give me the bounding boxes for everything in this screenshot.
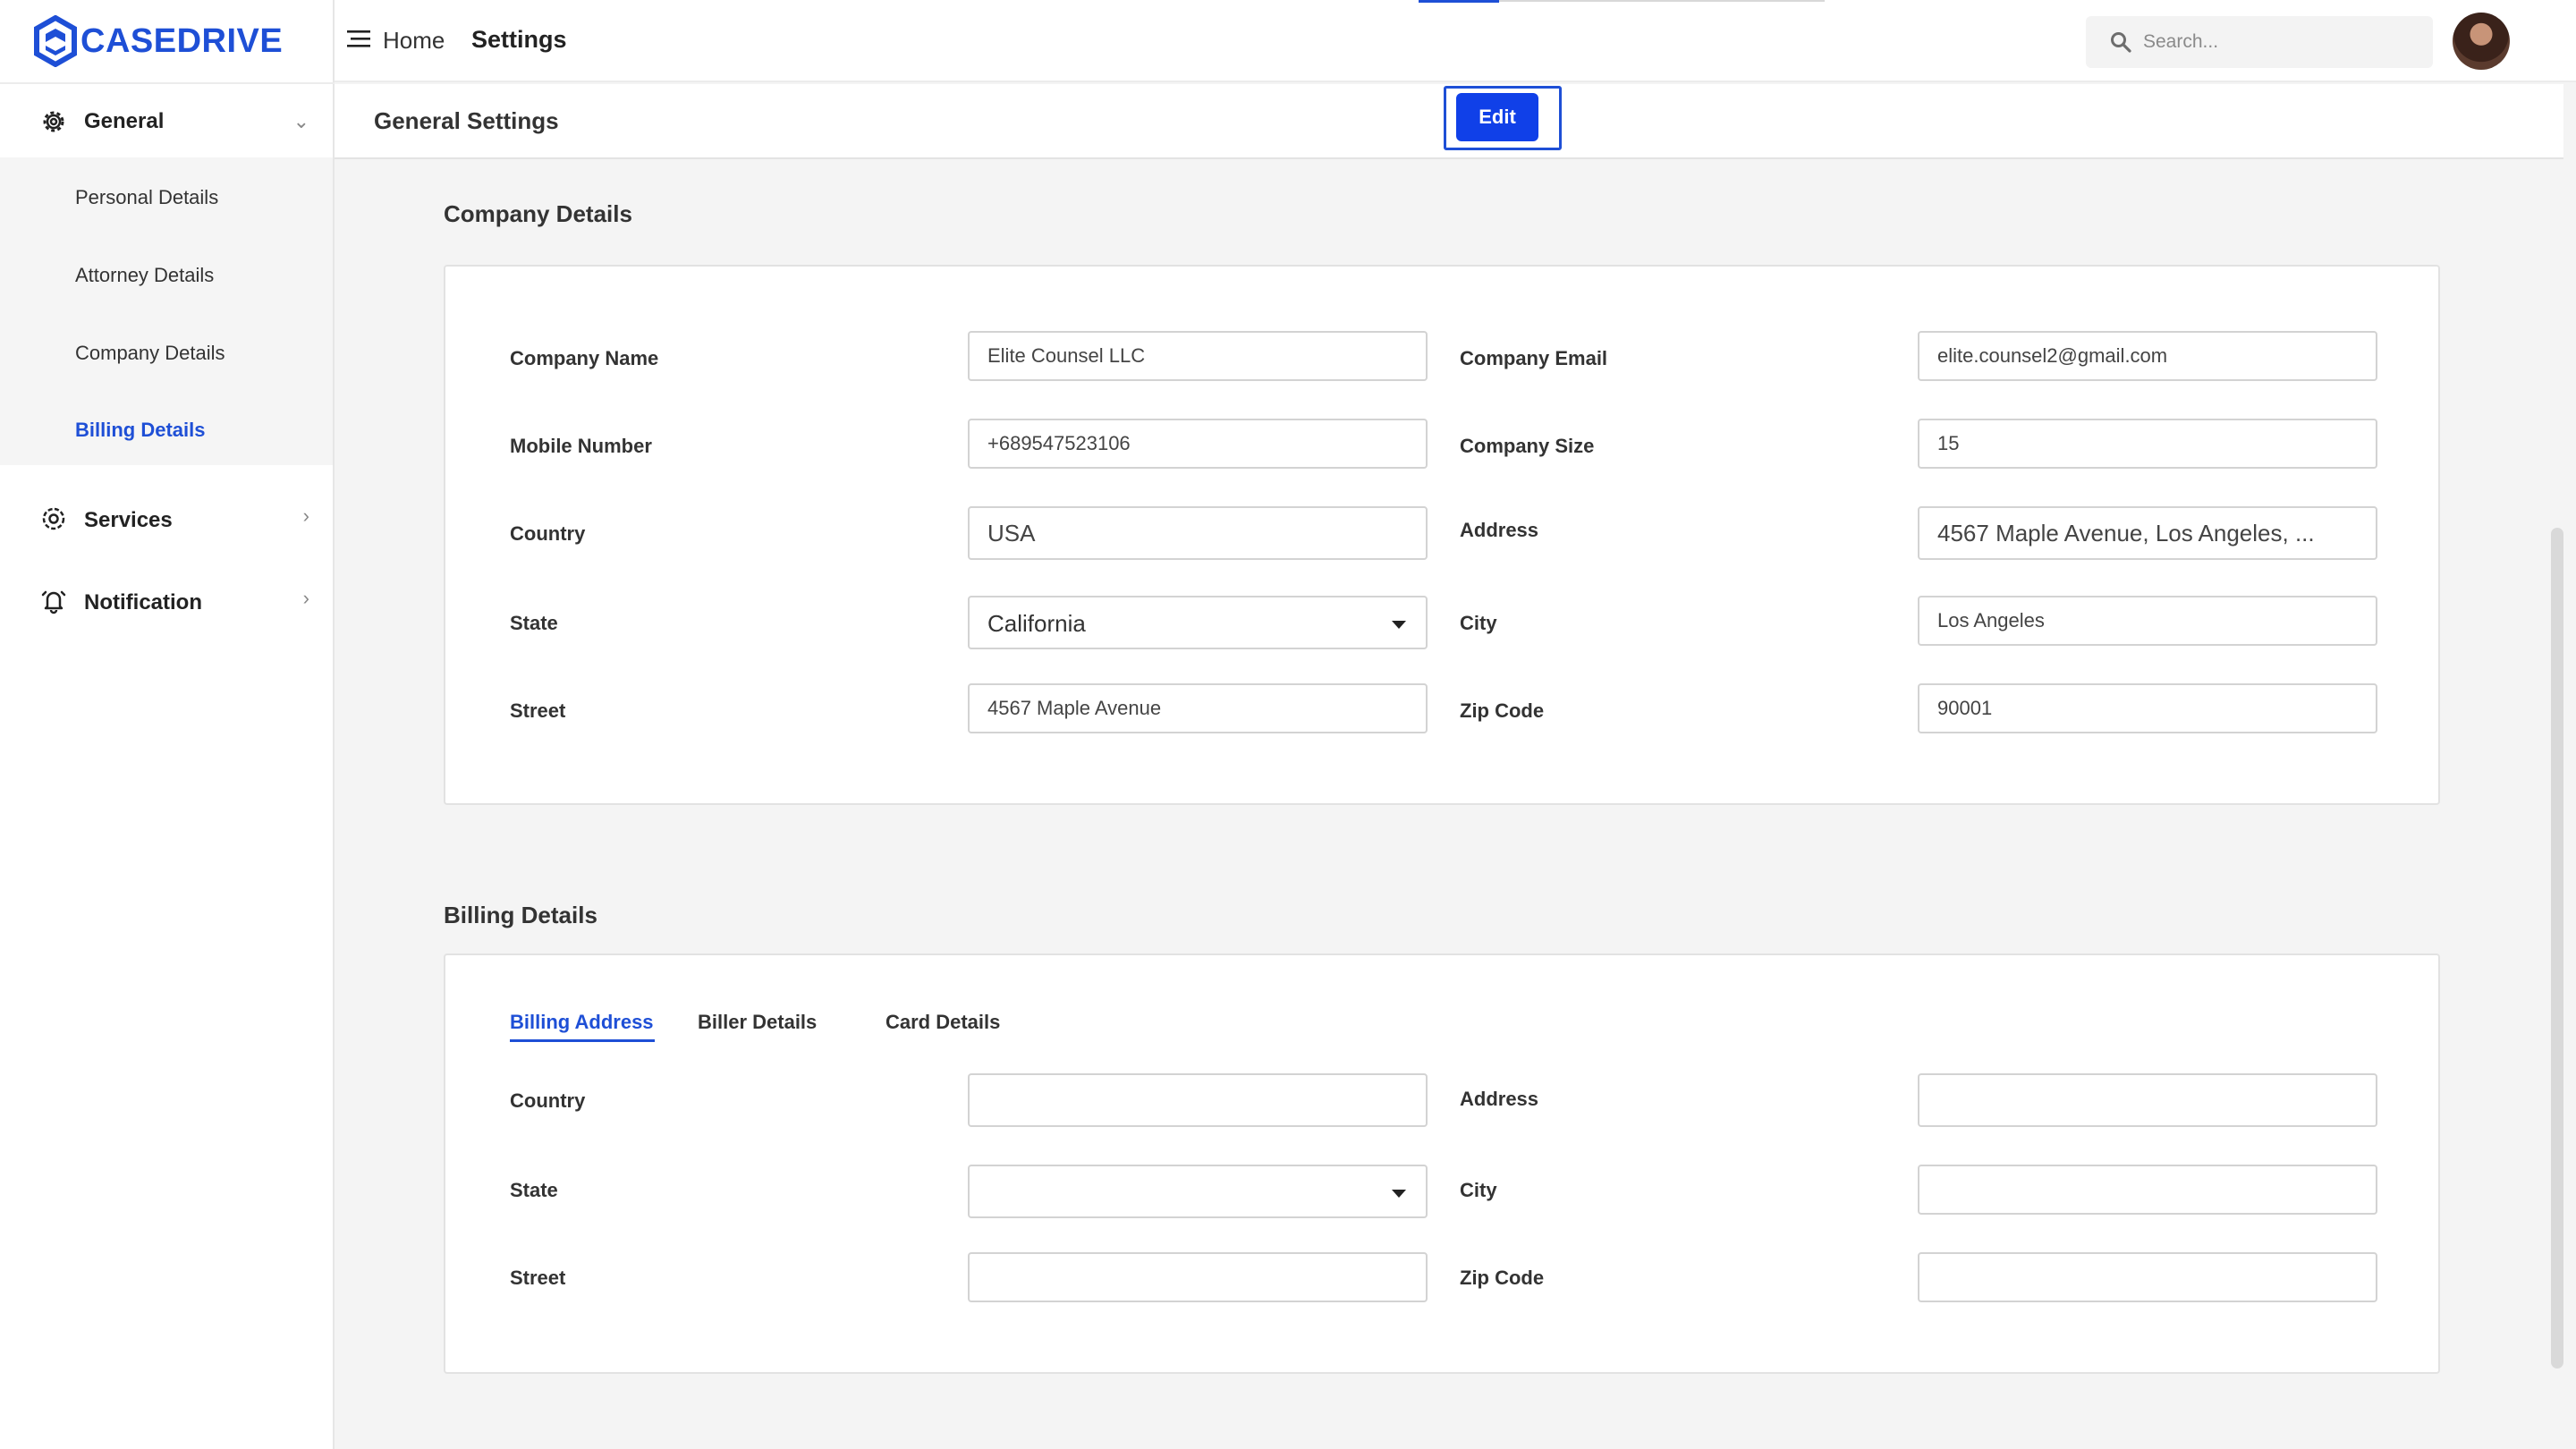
chevron-down-icon: ⌄ — [292, 110, 309, 132]
sidebar-item-label: Services — [84, 508, 173, 532]
edit-button[interactable]: Edit — [1456, 93, 1538, 141]
state-select[interactable]: California — [968, 596, 1428, 649]
breadcrumb-home[interactable]: Home — [383, 27, 445, 55]
sidebar-item-personal-details[interactable]: Personal Details — [75, 186, 218, 209]
chevron-right-icon: › — [302, 587, 309, 609]
search-box[interactable] — [2086, 16, 2433, 68]
general-submenu: Personal Details Attorney Details Compan… — [0, 157, 333, 465]
search-input[interactable] — [2143, 25, 2420, 59]
company-name-label: Company Name — [510, 347, 659, 369]
company-details-card: Company Name Company Email Mobile Number… — [444, 265, 2440, 805]
breadcrumb-current: Settings — [471, 26, 567, 53]
company-details-title: Company Details — [444, 200, 632, 227]
billing-city-label: City — [1460, 1179, 1497, 1201]
sidebar-item-label: Notification — [84, 590, 202, 614]
mobile-number-field[interactable] — [968, 419, 1428, 469]
loading-indicator — [1419, 0, 1499, 3]
address-label: Address — [1460, 519, 1539, 541]
billing-address-label: Address — [1460, 1088, 1539, 1110]
city-label: City — [1460, 612, 1497, 634]
gear-icon — [43, 111, 64, 132]
sidebar-item-notification[interactable]: Notification › — [0, 565, 333, 640]
caret-down-icon — [1392, 1190, 1406, 1198]
billing-country-label: Country — [510, 1089, 586, 1112]
zip-code-field[interactable] — [1918, 683, 2377, 733]
state-label: State — [510, 612, 558, 634]
bell-icon — [41, 590, 66, 614]
services-gear-icon — [42, 507, 65, 530]
tab-billing-address[interactable]: Billing Address — [510, 1011, 654, 1034]
country-label: Country — [510, 522, 586, 545]
sidebar: CASEDRIVE General ⌄ Personal Details Att… — [0, 0, 335, 1449]
scrollbar-track[interactable] — [2563, 143, 2576, 1449]
top-bar: Home Settings — [335, 0, 2576, 82]
mobile-number-label: Mobile Number — [510, 435, 652, 457]
sidebar-item-billing-details[interactable]: Billing Details — [75, 419, 205, 442]
billing-state-select[interactable] — [968, 1165, 1428, 1218]
street-label: Street — [510, 699, 566, 722]
billing-street-field[interactable] — [968, 1252, 1428, 1302]
billing-details-card: Billing Address Biller Details Card Deta… — [444, 953, 2440, 1374]
company-size-label: Company Size — [1460, 435, 1595, 457]
tab-biller-details[interactable]: Biller Details — [698, 1011, 817, 1034]
state-select-value: California — [987, 610, 1086, 637]
hamburger-menu-icon[interactable] — [347, 29, 370, 48]
billing-zip-code-field[interactable] — [1918, 1252, 2377, 1302]
company-size-field[interactable] — [1918, 419, 2377, 469]
billing-city-field[interactable] — [1918, 1165, 2377, 1215]
billing-street-label: Street — [510, 1267, 566, 1289]
avatar[interactable] — [2453, 13, 2510, 70]
chevron-right-icon: › — [302, 504, 309, 527]
casedrive-logo[interactable]: CASEDRIVE — [34, 14, 283, 68]
page-title: General Settings — [374, 107, 559, 134]
page-header: General Settings Edit — [335, 84, 2563, 159]
billing-zip-code-label: Zip Code — [1460, 1267, 1545, 1289]
company-email-field[interactable] — [1918, 331, 2377, 381]
city-field[interactable] — [1918, 596, 2377, 646]
brand-name: CASEDRIVE — [80, 21, 284, 60]
caret-down-icon — [1392, 621, 1406, 629]
company-email-label: Company Email — [1460, 347, 1608, 369]
address-field[interactable] — [1918, 506, 2377, 560]
logo-hexagon-icon — [34, 15, 77, 67]
street-field[interactable] — [968, 683, 1428, 733]
sidebar-item-company-details[interactable]: Company Details — [75, 342, 225, 365]
sidebar-item-services[interactable]: Services › — [0, 483, 333, 558]
billing-details-title: Billing Details — [444, 902, 597, 928]
loading-track — [1499, 0, 1825, 2]
search-icon — [2111, 32, 2131, 53]
zip-code-label: Zip Code — [1460, 699, 1545, 722]
active-tab-indicator — [510, 1039, 655, 1042]
sidebar-item-label: General — [84, 109, 165, 133]
company-name-field[interactable] — [968, 331, 1428, 381]
billing-address-field[interactable] — [1918, 1073, 2377, 1127]
country-field[interactable] — [968, 506, 1428, 560]
scrollbar-thumb[interactable] — [2551, 528, 2563, 1368]
sidebar-item-general[interactable]: General ⌄ — [0, 84, 333, 159]
billing-country-field[interactable] — [968, 1073, 1428, 1127]
sidebar-item-attorney-details[interactable]: Attorney Details — [75, 264, 214, 287]
tab-card-details[interactable]: Card Details — [886, 1011, 1000, 1034]
billing-state-label: State — [510, 1179, 558, 1201]
